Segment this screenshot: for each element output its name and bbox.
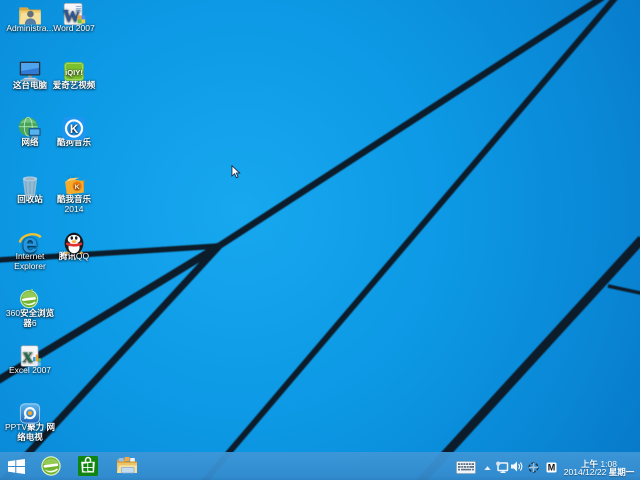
svg-text:M: M	[548, 463, 556, 473]
svg-text:X: X	[22, 349, 33, 366]
svg-text:K: K	[75, 184, 80, 191]
svg-text:iQIY!: iQIY!	[65, 68, 83, 77]
svg-text:K: K	[70, 123, 79, 136]
